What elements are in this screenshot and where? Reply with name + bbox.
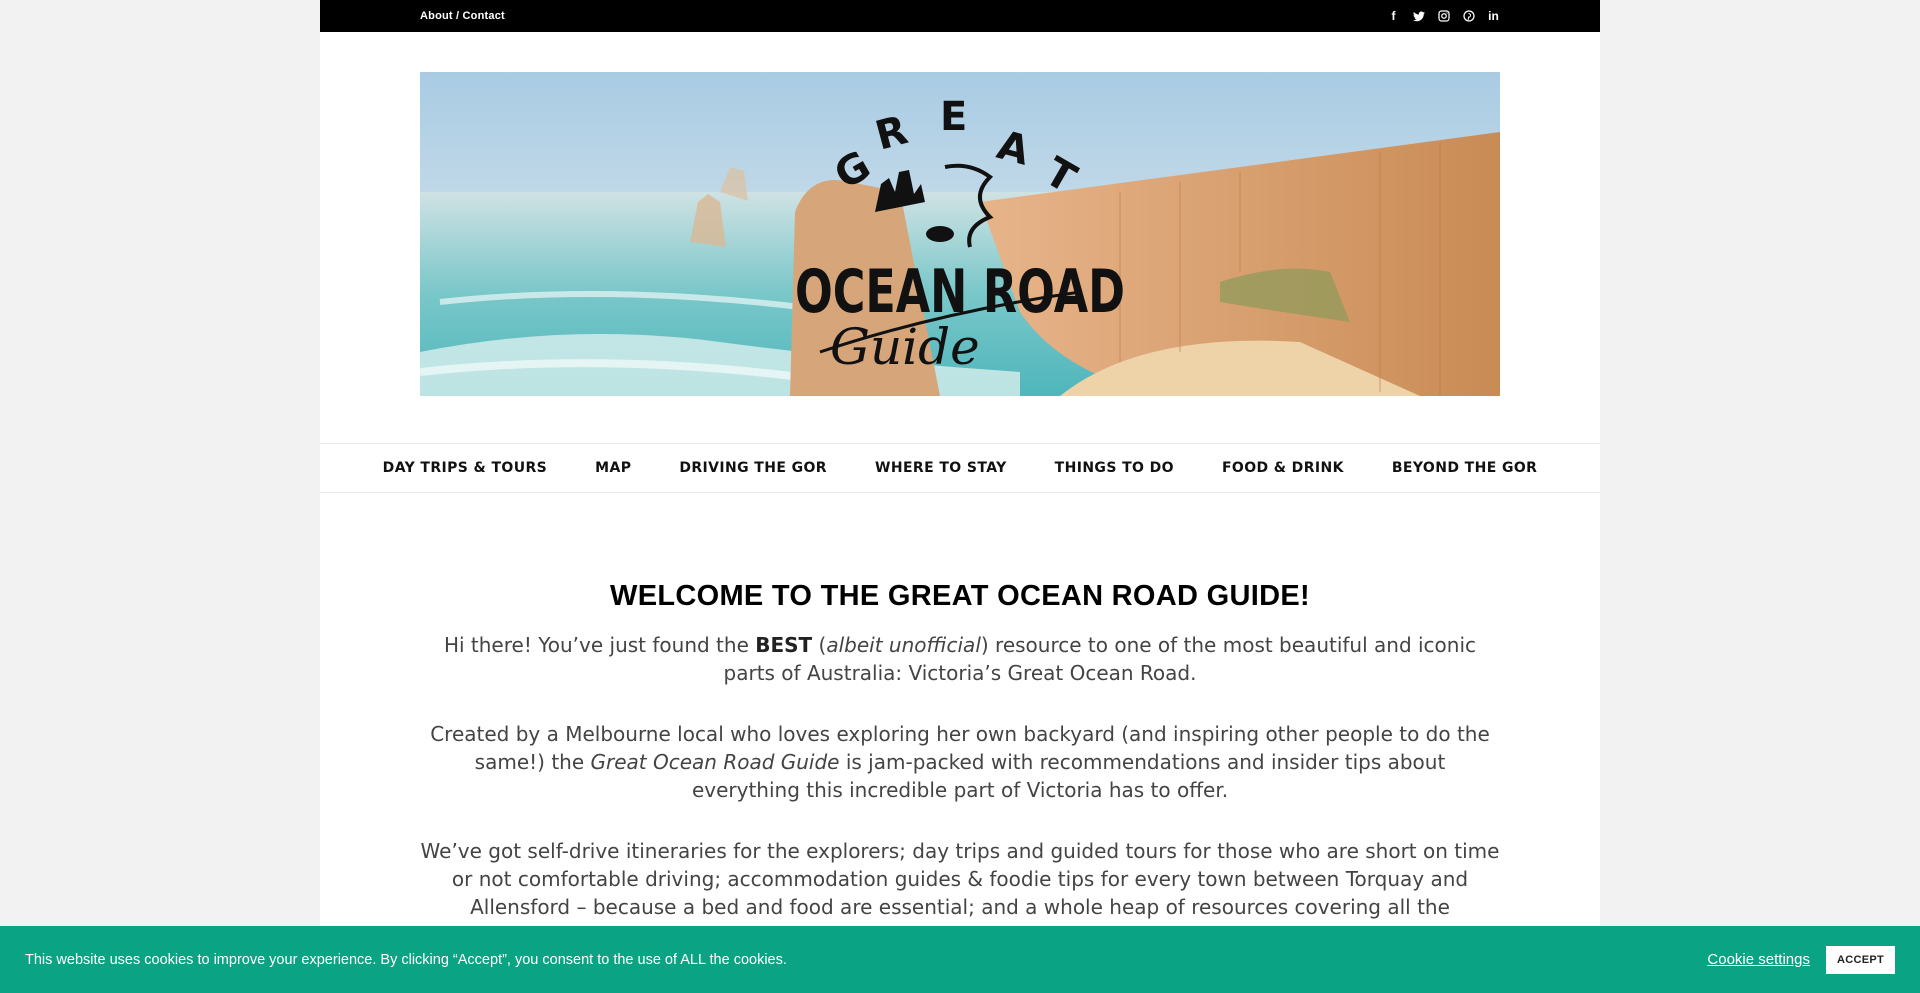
nav-food-drink[interactable]: FOOD & DRINK — [1222, 460, 1344, 476]
top-links: About / Contact — [420, 10, 505, 22]
instagram-icon[interactable] — [1437, 10, 1450, 23]
top-bar: About / Contact f in — [320, 0, 1600, 32]
cookie-settings-link[interactable]: Cookie settings — [1707, 951, 1810, 968]
page-title: WELCOME TO THE GREAT OCEAN ROAD GUIDE! — [610, 580, 1310, 612]
logo-letter-e: E — [940, 94, 967, 140]
nav-things-to-do[interactable]: THINGS TO DO — [1055, 460, 1174, 476]
cookie-actions: Cookie settings ACCEPT — [1707, 945, 1895, 974]
header-banner[interactable]: G R E A T OCEAN ROAD Guide — [420, 72, 1500, 396]
about-italic: Great Ocean Road Guide — [590, 750, 840, 774]
cookie-message: This website uses cookies to improve you… — [25, 951, 787, 968]
nav-driving-the-gor[interactable]: DRIVING THE GOR — [679, 460, 827, 476]
facebook-icon[interactable]: f — [1387, 9, 1400, 23]
intro-paragraph: Hi there! You’ve just found the BEST (al… — [400, 631, 1520, 687]
nav-day-trips-tours[interactable]: DAY TRIPS & TOURS — [383, 460, 547, 476]
nav-beyond-the-gor[interactable]: BEYOND THE GOR — [1392, 460, 1537, 476]
pinterest-icon[interactable] — [1462, 10, 1475, 23]
social-icons: f in — [1387, 9, 1500, 23]
about-contact-link[interactable]: About / Contact — [420, 10, 505, 22]
main-nav: DAY TRIPS & TOURS MAP DRIVING THE GOR WH… — [320, 443, 1600, 493]
nav-map[interactable]: MAP — [595, 460, 631, 476]
intro-bold: BEST — [755, 633, 813, 657]
intro-italic: albeit unofficial — [826, 633, 981, 657]
intro-text: ( — [812, 633, 827, 657]
page-container: About / Contact f in G R E A T OCEAN ROA… — [320, 0, 1600, 993]
linkedin-icon[interactable]: in — [1487, 9, 1500, 23]
accept-button[interactable]: ACCEPT — [1825, 945, 1895, 974]
twitter-icon[interactable] — [1412, 10, 1425, 23]
welcome-section: WELCOME TO THE GREAT OCEAN ROAD GUIDE! H… — [400, 580, 1520, 982]
about-paragraph: Created by a Melbourne local who loves e… — [400, 720, 1520, 804]
cookie-banner: This website uses cookies to improve you… — [0, 926, 1920, 993]
nav-where-to-stay[interactable]: WHERE TO STAY — [875, 460, 1007, 476]
intro-text: Hi there! You’ve just found the — [443, 633, 756, 657]
